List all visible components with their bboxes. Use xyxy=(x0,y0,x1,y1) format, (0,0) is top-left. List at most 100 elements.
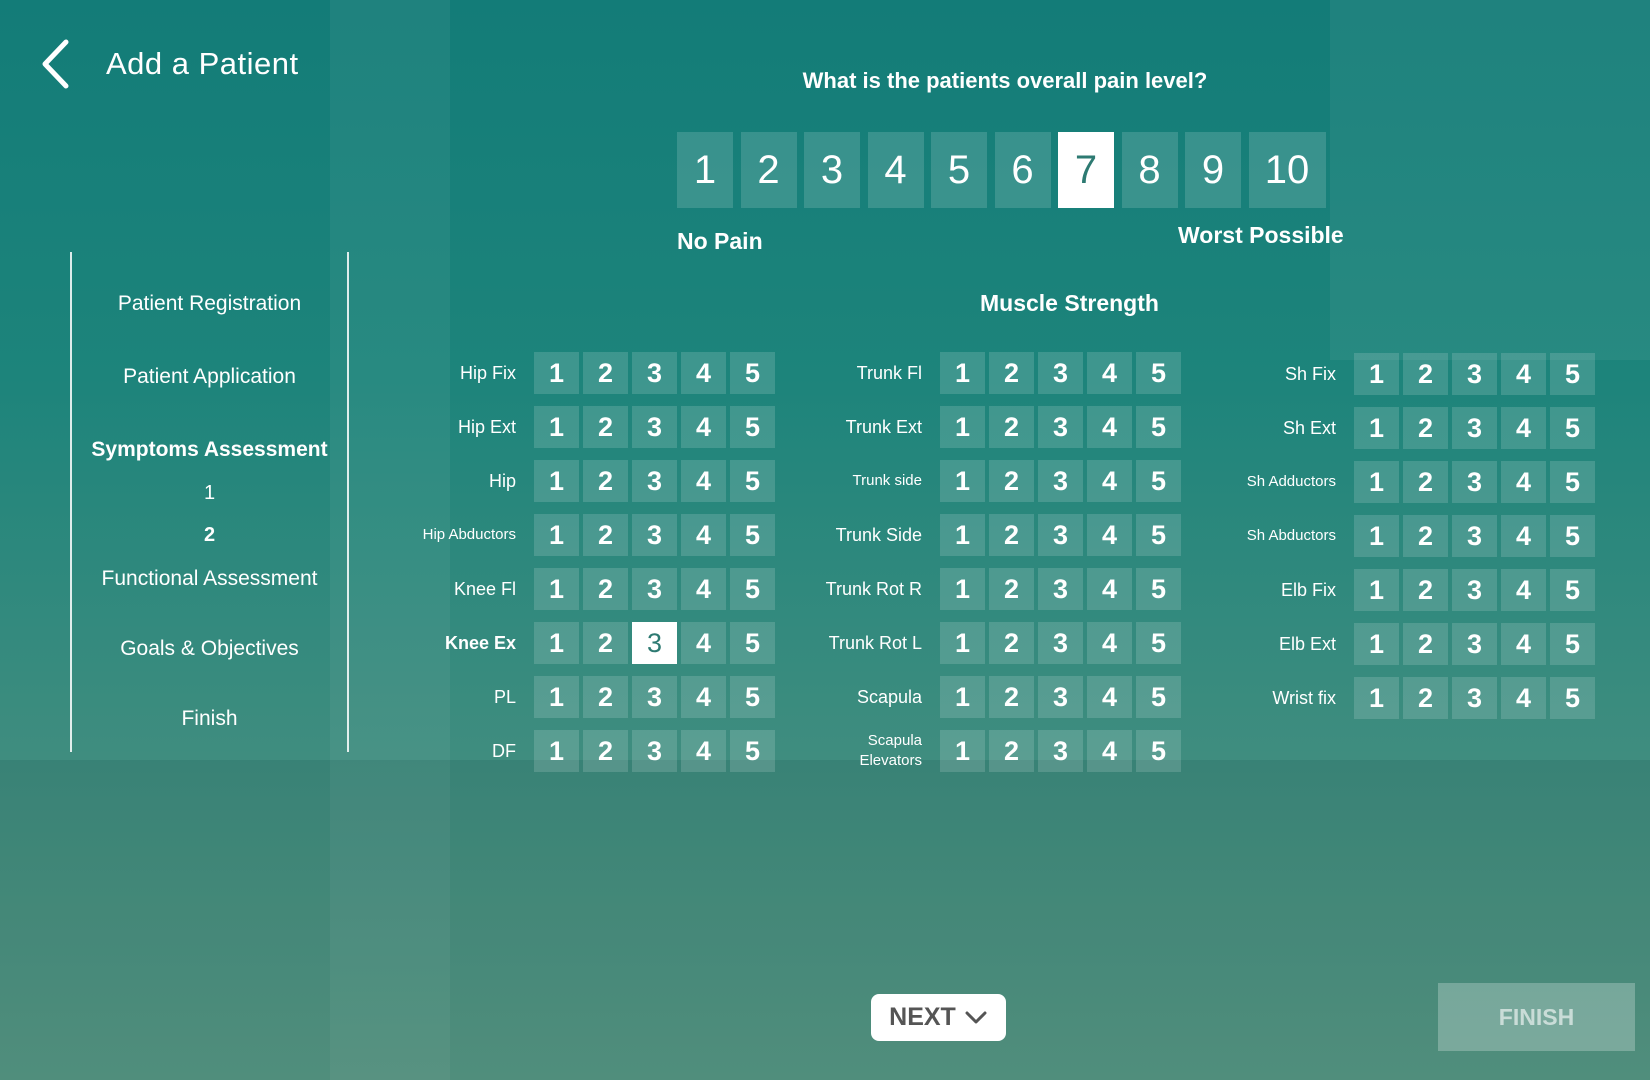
sidebar-item-functional-assessment[interactable]: Functional Assessment xyxy=(72,567,347,591)
strength-4-button[interactable]: 4 xyxy=(1501,515,1546,557)
strength-2-button[interactable]: 2 xyxy=(989,406,1034,448)
strength-3-button[interactable]: 3 xyxy=(632,676,677,718)
strength-4-button[interactable]: 4 xyxy=(1501,461,1546,503)
strength-2-button[interactable]: 2 xyxy=(1403,407,1448,449)
pain-level-4-button[interactable]: 4 xyxy=(867,132,924,208)
strength-1-button[interactable]: 1 xyxy=(940,622,985,664)
strength-5-button[interactable]: 5 xyxy=(1136,730,1181,772)
sidebar-item-patient-application[interactable]: Patient Application xyxy=(72,365,347,389)
strength-1-button[interactable]: 1 xyxy=(940,514,985,556)
strength-1-button[interactable]: 1 xyxy=(534,568,579,610)
strength-3-button[interactable]: 3 xyxy=(1452,515,1497,557)
strength-1-button[interactable]: 1 xyxy=(940,460,985,502)
strength-5-button[interactable]: 5 xyxy=(1136,460,1181,502)
strength-1-button[interactable]: 1 xyxy=(940,406,985,448)
strength-4-button[interactable]: 4 xyxy=(681,406,726,448)
strength-3-button[interactable]: 3 xyxy=(1038,730,1083,772)
strength-3-button[interactable]: 3 xyxy=(1038,622,1083,664)
strength-4-button[interactable]: 4 xyxy=(1087,568,1132,610)
sidebar-item-goals-objectives[interactable]: Goals & Objectives xyxy=(72,637,347,661)
strength-2-button[interactable]: 2 xyxy=(1403,623,1448,665)
strength-4-button[interactable]: 4 xyxy=(681,676,726,718)
strength-2-button[interactable]: 2 xyxy=(989,514,1034,556)
strength-5-button[interactable]: 5 xyxy=(730,514,775,556)
strength-5-button[interactable]: 5 xyxy=(730,352,775,394)
strength-1-button[interactable]: 1 xyxy=(940,352,985,394)
strength-5-button[interactable]: 5 xyxy=(730,460,775,502)
strength-2-button[interactable]: 2 xyxy=(989,730,1034,772)
strength-5-button[interactable]: 5 xyxy=(730,622,775,664)
strength-4-button[interactable]: 4 xyxy=(1501,623,1546,665)
sidebar-item-patient-registration[interactable]: Patient Registration xyxy=(72,292,347,316)
strength-1-button[interactable]: 1 xyxy=(534,460,579,502)
strength-2-button[interactable]: 2 xyxy=(1403,677,1448,719)
pain-level-8-button[interactable]: 8 xyxy=(1121,132,1178,208)
strength-3-button[interactable]: 3 xyxy=(1452,353,1497,395)
strength-4-button[interactable]: 4 xyxy=(1087,406,1132,448)
strength-2-button[interactable]: 2 xyxy=(1403,515,1448,557)
strength-5-button[interactable]: 5 xyxy=(730,568,775,610)
strength-5-button[interactable]: 5 xyxy=(1136,514,1181,556)
strength-2-button[interactable]: 2 xyxy=(583,622,628,664)
back-button[interactable] xyxy=(40,34,86,94)
strength-4-button[interactable]: 4 xyxy=(681,514,726,556)
strength-3-button[interactable]: 3 xyxy=(1038,460,1083,502)
strength-1-button[interactable]: 1 xyxy=(534,730,579,772)
strength-5-button[interactable]: 5 xyxy=(1550,515,1595,557)
strength-5-button[interactable]: 5 xyxy=(1136,622,1181,664)
strength-2-button[interactable]: 2 xyxy=(583,460,628,502)
strength-3-button[interactable]: 3 xyxy=(632,406,677,448)
strength-4-button[interactable]: 4 xyxy=(1087,514,1132,556)
strength-4-button[interactable]: 4 xyxy=(1501,677,1546,719)
strength-2-button[interactable]: 2 xyxy=(989,352,1034,394)
strength-4-button[interactable]: 4 xyxy=(681,622,726,664)
strength-4-button[interactable]: 4 xyxy=(1087,460,1132,502)
strength-5-button[interactable]: 5 xyxy=(730,406,775,448)
strength-5-button[interactable]: 5 xyxy=(1136,568,1181,610)
strength-2-button[interactable]: 2 xyxy=(989,676,1034,718)
strength-1-button[interactable]: 1 xyxy=(1354,623,1399,665)
strength-2-button[interactable]: 2 xyxy=(1403,569,1448,611)
strength-1-button[interactable]: 1 xyxy=(534,676,579,718)
strength-5-button[interactable]: 5 xyxy=(730,730,775,772)
strength-5-button[interactable]: 5 xyxy=(1136,352,1181,394)
strength-3-button[interactable]: 3 xyxy=(632,352,677,394)
strength-3-button[interactable]: 3 xyxy=(1452,623,1497,665)
strength-3-button[interactable]: 3 xyxy=(632,622,677,664)
strength-1-button[interactable]: 1 xyxy=(940,730,985,772)
strength-2-button[interactable]: 2 xyxy=(1403,353,1448,395)
strength-5-button[interactable]: 5 xyxy=(730,676,775,718)
strength-4-button[interactable]: 4 xyxy=(681,568,726,610)
strength-1-button[interactable]: 1 xyxy=(534,406,579,448)
strength-2-button[interactable]: 2 xyxy=(583,406,628,448)
strength-4-button[interactable]: 4 xyxy=(1087,352,1132,394)
sidebar-item-symptoms-assessment[interactable]: Symptoms Assessment xyxy=(72,438,347,462)
strength-4-button[interactable]: 4 xyxy=(1501,407,1546,449)
strength-2-button[interactable]: 2 xyxy=(583,352,628,394)
strength-1-button[interactable]: 1 xyxy=(940,676,985,718)
strength-1-button[interactable]: 1 xyxy=(534,622,579,664)
strength-1-button[interactable]: 1 xyxy=(534,514,579,556)
pain-level-7-button[interactable]: 7 xyxy=(1058,132,1114,208)
strength-1-button[interactable]: 1 xyxy=(940,568,985,610)
strength-4-button[interactable]: 4 xyxy=(681,730,726,772)
strength-3-button[interactable]: 3 xyxy=(1452,569,1497,611)
strength-3-button[interactable]: 3 xyxy=(1452,461,1497,503)
strength-5-button[interactable]: 5 xyxy=(1550,677,1595,719)
strength-1-button[interactable]: 1 xyxy=(1354,515,1399,557)
next-button[interactable]: NEXT xyxy=(871,994,1006,1041)
strength-2-button[interactable]: 2 xyxy=(583,514,628,556)
strength-3-button[interactable]: 3 xyxy=(632,460,677,502)
strength-3-button[interactable]: 3 xyxy=(1038,406,1083,448)
strength-2-button[interactable]: 2 xyxy=(583,676,628,718)
strength-4-button[interactable]: 4 xyxy=(681,352,726,394)
strength-1-button[interactable]: 1 xyxy=(1354,569,1399,611)
strength-3-button[interactable]: 3 xyxy=(632,730,677,772)
strength-5-button[interactable]: 5 xyxy=(1550,407,1595,449)
strength-5-button[interactable]: 5 xyxy=(1550,461,1595,503)
strength-4-button[interactable]: 4 xyxy=(1087,676,1132,718)
strength-2-button[interactable]: 2 xyxy=(989,622,1034,664)
strength-2-button[interactable]: 2 xyxy=(1403,461,1448,503)
strength-4-button[interactable]: 4 xyxy=(681,460,726,502)
strength-5-button[interactable]: 5 xyxy=(1550,623,1595,665)
